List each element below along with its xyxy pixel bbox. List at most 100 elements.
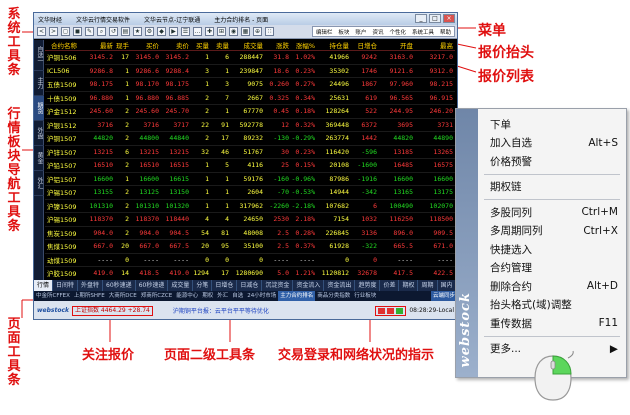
table-row[interactable]: 沪胶1509 419.0 14 418.5 419.0 1294 17 1280690 5.0 1… — [45, 266, 455, 280]
toolbar-icon[interactable]: ⊞ — [217, 27, 226, 36]
table-row[interactable]: 沪锡1509 118370 2 118370 118440 4 4 24650 2530 2.18… — [45, 212, 455, 227]
column-header[interactable]: 现手 — [115, 40, 131, 51]
table-row[interactable]: 焦炭1509 904.0 2 904.0 904.5 54 81 48008 2.5 0.28% 2… — [45, 226, 455, 240]
toolbar-icon[interactable]: ▶ — [169, 27, 178, 36]
column-header[interactable]: 日增仓 — [351, 40, 379, 51]
column-header[interactable]: 卖量 — [211, 40, 231, 51]
maximize-icon[interactable]: □ — [429, 14, 441, 23]
exchange-tab[interactable]: 24小时市场 — [245, 291, 278, 301]
exchange-tab[interactable]: 外汇 — [215, 291, 230, 301]
table-row[interactable]: 五债1509 98.175 1 98.170 98.175 1 3 9075 0.260 0.27… — [45, 77, 455, 92]
context-menu-item[interactable]: 多股同列 Ctrl+M — [490, 203, 618, 221]
column-header[interactable]: 买价 — [131, 40, 161, 51]
page-tab[interactable]: 期权 — [399, 280, 419, 291]
context-menu-item[interactable]: 抬头格式(域)调整 — [490, 296, 618, 314]
menu-item[interactable]: 编辑栏 — [313, 28, 336, 36]
table-row[interactable]: 沪铅1507 16510 2 16510 16515 1 5 4116 25 0.15% 20108… — [45, 158, 455, 173]
exchange-tab[interactable]: 能源中心 — [174, 291, 200, 301]
trade-login-icon[interactable] — [378, 307, 386, 314]
table-row[interactable]: 沪铜1507 44820 2 44800 44840 2 17 89232 -130 -0.29%… — [45, 131, 455, 146]
column-header[interactable]: 买量 — [191, 40, 211, 51]
toolbar-icon[interactable]: ☰ — [181, 27, 190, 36]
column-header[interactable]: 最高 — [415, 40, 455, 51]
toolbar-icon[interactable]: ◻ — [61, 27, 70, 36]
toolbar-icon[interactable]: ◼ — [73, 27, 82, 36]
toolbar-icon[interactable]: ∷ — [265, 27, 274, 36]
toolbar-icon[interactable]: < — [37, 27, 46, 36]
toolbar-icon[interactable]: ◆ — [157, 27, 166, 36]
toolbar-icon[interactable]: ⊕ — [253, 27, 262, 36]
nav-tab[interactable]: 自选一 — [34, 40, 44, 71]
column-header[interactable]: 涨跌 — [265, 40, 291, 51]
column-header[interactable]: 开盘 — [379, 40, 415, 51]
column-header[interactable]: 合约名称 — [45, 40, 85, 51]
table-row[interactable]: 沪金1512 245.60 2 245.60 245.70 2 1 67770 0.45 0.18… — [45, 104, 455, 119]
exchange-tab[interactable]: 主力合约排名 — [278, 291, 316, 301]
toolbar-icon[interactable]: ↺ — [109, 27, 118, 36]
page-tab[interactable]: 行情 — [34, 280, 54, 291]
menu-item[interactable]: 板块 — [335, 28, 352, 36]
column-header[interactable]: 涨幅% — [291, 40, 317, 51]
trade-status-icon[interactable] — [387, 307, 395, 314]
page-tab[interactable]: 周期 — [418, 280, 438, 291]
exchange-tab[interactable]: 期权 — [200, 291, 215, 301]
exchange-tab[interactable]: 行业板块 — [352, 291, 378, 301]
exchange-tab[interactable]: 上期所SHFE — [72, 291, 107, 301]
category-tab[interactable]: 国内 — [438, 280, 457, 291]
toolbar-icon[interactable]: ✎ — [85, 27, 94, 36]
menu-item[interactable]: 账户 — [352, 28, 369, 36]
exchange-tab[interactable]: 商品分类指数 — [315, 291, 352, 301]
menu-item[interactable]: 个性化 — [386, 28, 409, 36]
page-tab[interactable]: 60秒速递 — [103, 280, 136, 291]
toolbar-icon[interactable]: ▤ — [121, 27, 130, 36]
table-row[interactable]: 沪锌1507 13215 6 13215 13215 32 46 51767 30 0.23% 11… — [45, 145, 455, 159]
cloud-sync-button[interactable]: 云端同步 — [430, 291, 457, 301]
table-row[interactable]: 焦煤1509 667.0 20 667.0 667.5 20 95 35100 2.5 0.37%… — [45, 239, 455, 254]
watch-quote[interactable]: 上证指数 4464.29 +28.74 — [72, 305, 153, 316]
page-tab[interactable]: 日间特 — [53, 280, 79, 291]
table-row[interactable]: ICL506 9286.8 1 9286.6 9288.4 3 1 239847 18.6 0.2… — [45, 64, 455, 78]
menu-item[interactable]: 资讯 — [369, 28, 386, 36]
page-tab[interactable]: 价差 — [380, 280, 400, 291]
column-header[interactable]: 成交量 — [231, 40, 265, 51]
table-row[interactable]: 动煤1509 ---- 0 ---- ---- 0 0 0 ---- ---- 0 0 ---- ---- — [45, 253, 455, 267]
toolbar-icon[interactable]: … — [193, 27, 202, 36]
exchange-tab[interactable]: 大商所DCE — [107, 291, 139, 301]
context-menu-item[interactable]: 合约管理 — [490, 259, 618, 277]
table-row[interactable]: 沪铝1507 16600 1 16600 16615 1 1 59176 -160 -0.96% 8… — [45, 172, 455, 186]
table-row[interactable]: 沪银1512 3716 2 3716 3717 22 91 592778 12 0.32% 3694… — [45, 118, 455, 132]
context-menu-item[interactable]: 多周期同列 Ctrl+X — [490, 222, 618, 240]
nav-tab[interactable]: 外汇 — [34, 171, 44, 196]
toolbar-icon[interactable]: ⌕ — [97, 27, 106, 36]
context-menu-item[interactable]: 重传数据 F11 — [490, 314, 618, 332]
context-menu-item[interactable]: 快捷选入 — [490, 240, 618, 258]
toolbar-icon[interactable]: ★ — [133, 27, 142, 36]
page-tab[interactable]: 资金流入 — [293, 280, 325, 291]
nav-tab[interactable]: 外盘 — [34, 121, 44, 146]
column-header[interactable]: 最新 — [85, 40, 115, 51]
close-icon[interactable]: × — [443, 14, 455, 23]
column-header[interactable]: 持仓量 — [317, 40, 351, 51]
table-row[interactable]: 沪锡1507 13155 2 13125 13150 1 1 2604 -70 -0.53% 149… — [45, 185, 455, 200]
page-tab[interactable]: 成交量 — [168, 280, 194, 291]
page-tab[interactable]: 日减仓 — [237, 280, 263, 291]
context-menu-item[interactable]: 加入自选 Alt+S — [490, 134, 618, 152]
context-menu-item[interactable]: 删除合约 Alt+D — [490, 277, 618, 295]
nav-tab[interactable]: 黄金 — [34, 146, 44, 171]
page-tab[interactable]: 60秒速递 — [136, 280, 169, 291]
context-menu-item[interactable]: 期权链 — [490, 178, 618, 196]
exchange-tab[interactable]: 自选 — [230, 291, 245, 301]
page-tab[interactable]: 外盘特 — [78, 280, 104, 291]
toolbar-icon[interactable]: > — [49, 27, 58, 36]
context-menu-item[interactable]: 价格预警 — [490, 152, 618, 170]
trade-network-status[interactable] — [375, 305, 407, 316]
page-tab[interactable]: 日增仓 — [212, 280, 238, 291]
menu-item[interactable]: 系统工具 — [409, 28, 437, 36]
table-row[interactable]: 沪镍1509 101310 2 101310 101320 1 1 317962 -2260 -2… — [45, 199, 455, 213]
context-menu-item[interactable]: 下单 — [490, 115, 618, 133]
exchange-tab[interactable]: 郑商所CZCE — [139, 291, 174, 301]
toolbar-icon[interactable]: ◉ — [229, 27, 238, 36]
news-ticker[interactable]: 沪期铜平台报：云平台平平等待优化 — [173, 306, 269, 315]
menu-item[interactable]: 帮助 — [437, 28, 454, 36]
toolbar-icon[interactable]: ▦ — [241, 27, 250, 36]
